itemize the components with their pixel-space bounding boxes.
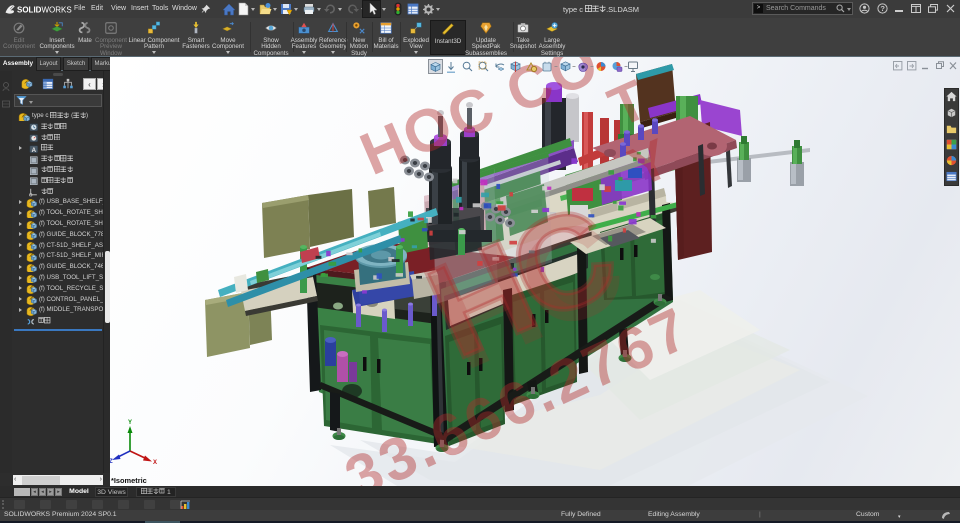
svg-text:SOLIDWORKS: SOLIDWORKS (17, 6, 72, 15)
svg-text:?: ? (880, 4, 885, 13)
svg-text:Z: Z (110, 459, 113, 465)
svg-text:Y: Y (128, 420, 132, 426)
svg-text:X: X (153, 460, 157, 466)
svg-text:A: A (32, 147, 37, 154)
